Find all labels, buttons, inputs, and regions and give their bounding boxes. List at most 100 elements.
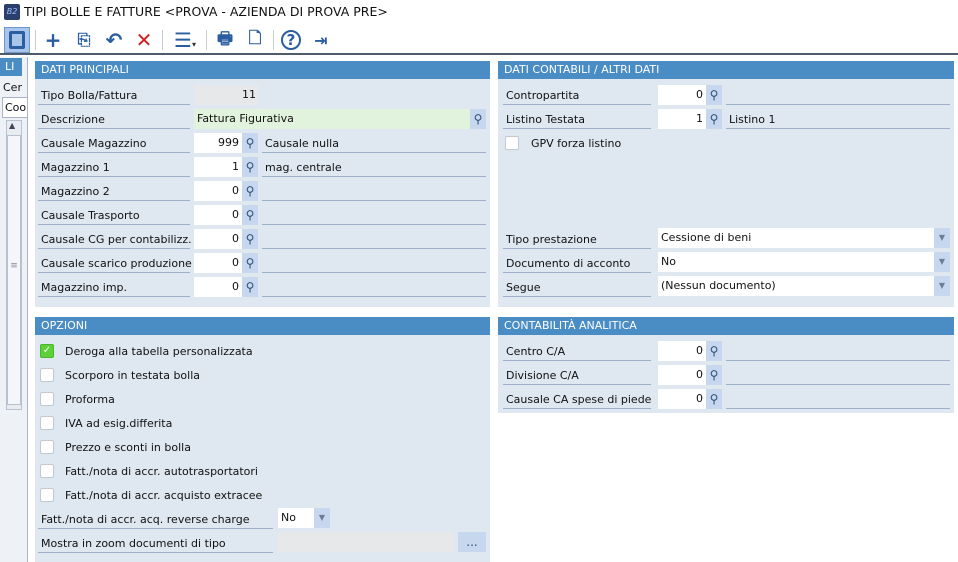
option-checkbox[interactable]: ✓	[40, 344, 54, 358]
option-checkbox[interactable]	[40, 440, 54, 454]
select-field[interactable]: No ▼	[658, 252, 950, 272]
code-input[interactable]: 0	[658, 389, 706, 409]
option-checkbox[interactable]	[40, 392, 54, 406]
code-input[interactable]: 1	[194, 157, 242, 177]
column-header[interactable]: Coo	[2, 97, 28, 118]
print-button[interactable]: 🖶	[212, 27, 238, 53]
contabilita-analitica-panel: CONTABILITÀ ANALITICA Centro C/A 0 ⚲ Divisi…	[498, 317, 954, 413]
search-icon[interactable]: ⚲	[706, 365, 722, 385]
code-input[interactable]: 999	[194, 133, 242, 153]
reverse-charge-value: No	[281, 511, 296, 524]
search-label: Cer	[3, 81, 22, 94]
search-icon[interactable]: ⚲	[242, 181, 258, 201]
search-icon[interactable]: ⚲	[706, 109, 722, 129]
code-input[interactable]: 0	[658, 341, 706, 361]
undo-button[interactable]: ↶	[101, 27, 127, 53]
print-preview-button[interactable]: 🗋	[242, 27, 268, 53]
select-field[interactable]: (Nessun documento) ▼	[658, 276, 950, 296]
scroll-up-icon[interactable]: ▲	[9, 121, 15, 130]
option-label: IVA ad esig.differita	[65, 417, 173, 430]
code-input[interactable]: 0	[658, 85, 706, 105]
search-icon[interactable]: ⚲	[706, 389, 722, 409]
field-label: Centro C/A	[503, 341, 651, 361]
chevron-down-icon[interactable]: ▼	[314, 508, 330, 528]
field-label: Divisione C/A	[503, 365, 651, 385]
search-icon[interactable]: ⚲	[242, 277, 258, 297]
reverse-charge-select[interactable]: No ▼	[278, 508, 330, 528]
field-label: Magazzino 1	[38, 157, 190, 177]
checkmark-icon: ✓	[42, 345, 52, 356]
menu-button[interactable]: ☰▾	[168, 27, 202, 53]
field-label: Tipo prestazione	[503, 229, 651, 249]
sidebar-icon	[9, 31, 25, 49]
toolbar-divider	[35, 30, 36, 50]
search-icon[interactable]: ⚲	[242, 229, 258, 249]
option-checkbox[interactable]	[40, 368, 54, 382]
dati-principali-panel: DATI PRINCIPALI Tipo Bolla/Fattura 11 De…	[35, 61, 490, 307]
opzioni-panel: OPZIONI ✓ Deroga alla tabella personalizz…	[35, 317, 490, 562]
gpv-forza-listino-checkbox[interactable]	[505, 136, 519, 150]
exit-button[interactable]: ⇥	[308, 27, 334, 53]
option-checkbox[interactable]	[40, 464, 54, 478]
search-icon[interactable]: ⚲	[470, 109, 486, 129]
option-checkbox[interactable]	[40, 416, 54, 430]
descrizione-field[interactable]: Fattura Figurativa	[194, 109, 470, 129]
search-icon[interactable]: ⚲	[242, 253, 258, 273]
panel-toggle-button[interactable]	[4, 27, 30, 53]
reverse-charge-label: Fatt./nota di accr. acq. reverse charge	[38, 509, 273, 529]
search-icon[interactable]: ⚲	[242, 133, 258, 153]
search-icon[interactable]: ⚲	[242, 157, 258, 177]
scrollbar[interactable]: ▲ ≡	[6, 120, 22, 410]
option-label: Proforma	[65, 393, 115, 406]
search-icon[interactable]: ⚲	[706, 85, 722, 105]
app-logo-icon: B2	[4, 4, 20, 20]
tipo-label: Tipo Bolla/Fattura	[38, 85, 190, 105]
new-button[interactable]: +	[40, 27, 66, 53]
printer-icon: 🖶	[216, 28, 234, 49]
select-field[interactable]: Cessione di beni ▼	[658, 228, 950, 248]
preview-icon: 🗋	[248, 27, 262, 47]
chevron-down-icon[interactable]: ▼	[934, 252, 950, 272]
code-input[interactable]: 0	[658, 365, 706, 385]
help-icon: ?	[281, 30, 301, 50]
copy-button[interactable]: ⎘	[71, 27, 97, 53]
code-input[interactable]: 0	[194, 229, 242, 249]
section-header: DATI CONTABILI / ALTRI DATI	[498, 61, 954, 79]
description-text	[726, 85, 950, 105]
option-label: Deroga alla tabella personalizzata	[65, 345, 253, 358]
option-checkbox[interactable]	[40, 488, 54, 502]
option-label: Fatt./nota di accr. acquisto extracee	[65, 489, 263, 502]
exit-icon: ⇥	[314, 30, 328, 50]
code-input[interactable]: 0	[194, 277, 242, 297]
scrollbar-thumb-icon[interactable]: ≡	[7, 135, 21, 405]
mostra-zoom-label: Mostra in zoom documenti di tipo	[38, 533, 273, 553]
sidebar-tab[interactable]: LI	[0, 58, 22, 76]
code-input[interactable]: 0	[194, 181, 242, 201]
search-icon[interactable]: ⚲	[242, 205, 258, 225]
field-label: Causale CA spese di piede	[503, 389, 651, 409]
search-icon[interactable]: ⚲	[706, 341, 722, 361]
chevron-down-icon[interactable]: ▼	[934, 228, 950, 248]
field-label: Magazzino imp.	[38, 277, 190, 297]
select-value: (Nessun documento)	[661, 279, 776, 292]
code-input[interactable]: 0	[194, 253, 242, 273]
field-label: Listino Testata	[503, 109, 651, 129]
mostra-zoom-field[interactable]	[278, 532, 454, 552]
code-input[interactable]: 0	[194, 205, 242, 225]
window-title: TIPI BOLLE E FATTURE <PROVA - AZIENDA DI…	[24, 4, 388, 19]
title-bar: B2 TIPI BOLLE E FATTURE <PROVA - AZIENDA…	[0, 0, 958, 24]
chevron-down-icon[interactable]: ▼	[934, 276, 950, 296]
help-button[interactable]: ?	[278, 27, 304, 53]
toolbar: + ⎘ ↶ ✕ ☰▾ 🖶 🗋 ? ⇥	[0, 24, 958, 55]
option-label: Prezzo e sconti in bolla	[65, 441, 191, 454]
sidebar: LI Cer Coo ▲ ≡	[0, 57, 28, 562]
delete-button[interactable]: ✕	[131, 27, 157, 53]
option-label: Fatt./nota di accr. autotrasportatori	[65, 465, 258, 478]
description-text	[726, 389, 950, 409]
ellipsis-button[interactable]: ...	[458, 532, 486, 552]
description-text	[262, 253, 486, 273]
code-input[interactable]: 1	[658, 109, 706, 129]
description-text: Causale nulla	[262, 133, 486, 153]
section-header: DATI PRINCIPALI	[35, 61, 490, 79]
toolbar-divider	[162, 30, 163, 50]
